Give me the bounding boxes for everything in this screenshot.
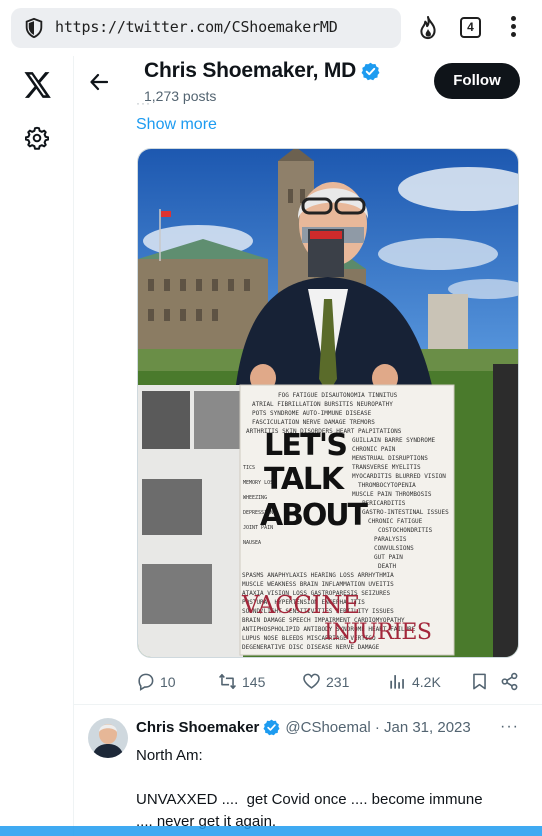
profile-name-row: Chris Shoemaker, MD [144,59,380,83]
url-text[interactable]: https://twitter.com/CShoemakerMD [55,18,338,36]
verified-icon [361,62,380,80]
gear-icon[interactable] [25,126,49,150]
protest-photo-image: FOG FATIGUE DISAUTONOMIA TINNITUS ATRIAL… [138,149,518,657]
bottom-progress-bar [0,826,542,836]
sign-small-line: FOG FATIGUE DISAUTONOMIA TINNITUS [278,392,398,399]
menu-icon[interactable] [507,14,519,42]
repost-count: 145 [242,673,266,690]
reply-button[interactable]: 10 [136,672,176,691]
like-button[interactable]: 231 [302,672,349,691]
sign-small-line: CHRONIC FATIGUE [368,518,423,525]
sign-small-line: DEATH [378,563,396,570]
sign-small-line: GUT PAIN [374,554,403,561]
views-count: 4.2K [412,673,441,690]
tweet2-author-name[interactable]: Chris Shoemaker [136,719,259,736]
tweet-action-bar: 10 145 231 4.2K [136,672,520,694]
sign-side-word: NAUSEA [243,540,261,546]
more-options-icon[interactable]: ··· [500,718,519,736]
sign-small-line: MENSTRUAL DISRUPTIONS [352,455,428,462]
sign-small-line: COSTOCHONDRITIS [378,527,433,534]
bookmark-icon [473,673,486,690]
tweet-photo[interactable]: FOG FATIGUE DISAUTONOMIA TINNITUS ATRIAL… [137,148,519,658]
sign-small-line: MUSCLE PAIN THROMBOSIS [352,491,432,498]
views-button[interactable]: 4.2K [388,672,441,691]
sign-small-line: DEGENERATIVE DISC DISEASE NERVE DAMAGE [242,644,380,651]
sign-small-line: MYOCARDITIS BLURRED VISION [352,473,446,480]
left-nav [0,56,74,836]
sign-footer: VACCINE [241,591,360,619]
sign-small-line: TRANSVERSE MYELITIS [352,464,421,471]
shield-icon[interactable] [23,17,45,39]
share-button[interactable] [500,672,524,691]
profile-display-name: Chris Shoemaker, MD [144,59,357,82]
verified-icon [263,719,280,736]
avatar-image [88,718,128,758]
post-count: 1,273 posts [144,88,217,104]
views-icon [390,675,404,689]
reply-count: 10 [160,673,176,690]
show-more-link[interactable]: Show more [136,116,217,134]
address-bar[interactable]: https://twitter.com/CShoemakerMD [11,8,401,48]
tweet2-handle-date[interactable]: @CShoemal · Jan 31, 2023 [285,719,470,736]
sign-headline: ABOUT [260,498,369,533]
sign-small-line: CONVULSIONS [374,545,414,552]
sign-small-line: FASCICULATION NERVE DAMAGE TREMORS [252,419,375,426]
tweet2-header: Chris Shoemaker @CShoemal · Jan 31, 2023 [136,719,471,736]
sign-footer: INJURIES [324,620,432,645]
sign-small-line: SPASMS ANAPHYLAXIS HEARING LOSS ARRHYTHM… [242,572,394,579]
truncation-marker: ··· [136,96,151,110]
tabs-icon[interactable]: 4 [460,17,481,38]
sign-small-line: ATRIAL FIBRILLATION BURSITIS NEUROPATHY [252,401,393,408]
share-icon [501,672,518,691]
sign-small-line: THROMBOCYTOPENIA [358,482,416,489]
sign-side-word: TICS [243,465,255,471]
sign-small-line: PARALYSIS [374,536,407,543]
sign-small-line: POTS SYNDROME AUTO-IMMUNE DISEASE [252,410,372,417]
x-logo-icon[interactable] [24,72,52,98]
sign-small-line: PERICARDITIS [362,500,406,507]
sign-small-line: CHRONIC PAIN [352,446,396,453]
back-arrow-icon[interactable] [90,73,108,91]
repost-button[interactable]: 145 [218,672,265,691]
repost-icon [218,673,237,690]
follow-button[interactable]: Follow [434,63,520,99]
reply-icon [138,673,154,691]
sign-headline: LET'S [264,428,348,463]
sign-small-line: GUILLAIN BARRE SYNDROME [352,437,435,444]
tweet2-text: North Am: UNVAXXED .... get Covid once .… [136,747,483,830]
sign-headline: TALK [264,462,346,497]
like-icon [303,673,320,689]
avatar[interactable] [88,718,128,758]
tweet-divider [74,704,542,705]
sign-small-line: GASTRO-INTESTINAL ISSUES [362,509,449,516]
bookmark-button[interactable] [470,672,494,691]
browser-toolbar: https://twitter.com/CShoemakerMD 4 [0,0,542,56]
flame-icon[interactable] [417,16,439,40]
sign-small-line: MUSCLE WEAKNESS BRAIN INFLAMMATION UVEIT… [242,581,394,588]
like-count: 231 [326,673,350,690]
